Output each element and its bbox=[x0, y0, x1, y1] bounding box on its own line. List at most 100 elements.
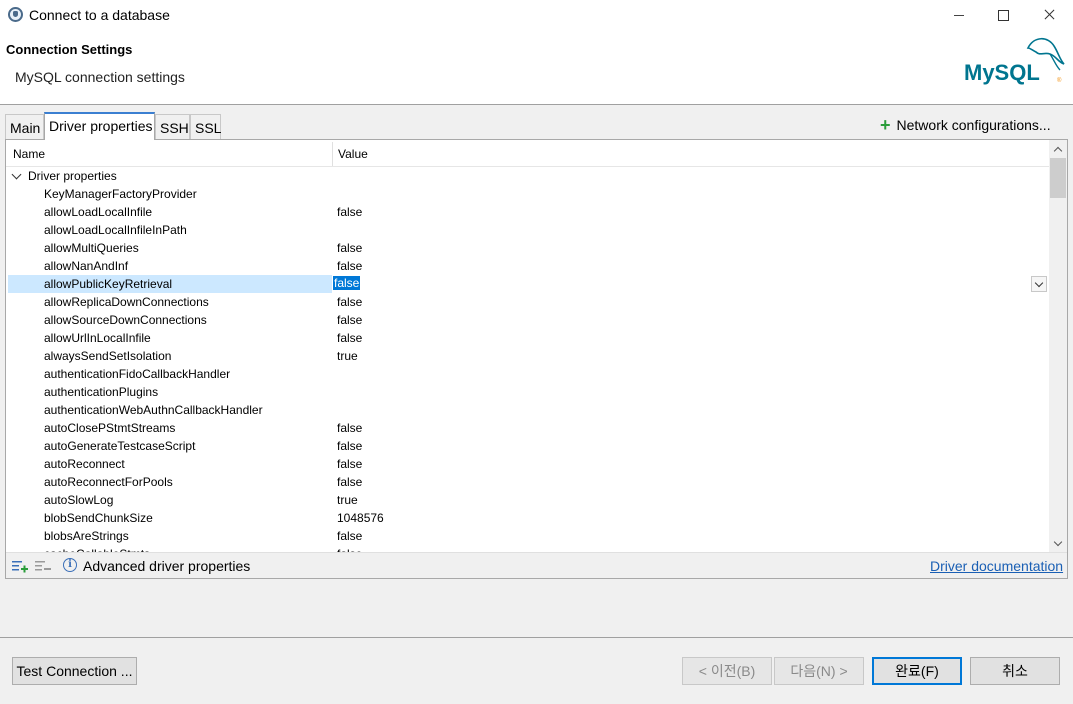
svg-text:®: ® bbox=[1057, 77, 1062, 84]
scroll-up-arrow-icon[interactable] bbox=[1049, 140, 1067, 157]
table-row[interactable]: allowReplicaDownConnections false bbox=[6, 293, 1049, 311]
add-property-icon[interactable] bbox=[11, 558, 29, 574]
table-row[interactable]: allowNanAndInf false bbox=[6, 257, 1049, 275]
panel-footer: i Advanced driver properties Driver docu… bbox=[6, 552, 1067, 578]
property-name: authenticationPlugins bbox=[44, 385, 159, 399]
property-name: allowMultiQueries bbox=[44, 241, 139, 255]
table-row[interactable]: autoClosePStmtStreams false bbox=[6, 419, 1049, 437]
property-name: alwaysSendSetIsolation bbox=[44, 349, 172, 363]
page-subtitle: MySQL connection settings bbox=[15, 69, 185, 85]
maximize-button[interactable] bbox=[980, 0, 1026, 30]
bottom-divider bbox=[0, 637, 1073, 638]
driver-properties-panel: Name Value Driver properties KeyManagerF… bbox=[5, 139, 1068, 579]
test-connection-button[interactable]: Test Connection ... bbox=[12, 657, 137, 685]
table-row[interactable]: allowSourceDownConnections false bbox=[6, 311, 1049, 329]
table-row[interactable]: authenticationFidoCallbackHandler bbox=[6, 365, 1049, 383]
property-value[interactable]: false bbox=[337, 331, 362, 345]
close-button[interactable] bbox=[1026, 0, 1072, 30]
dbeaver-app-icon bbox=[8, 7, 23, 22]
table-row[interactable]: allowMultiQueries false bbox=[6, 239, 1049, 257]
table-row[interactable]: KeyManagerFactoryProvider bbox=[6, 185, 1049, 203]
tab-ssl[interactable]: SSL bbox=[190, 114, 221, 139]
mysql-logo-icon: MySQL ® bbox=[964, 37, 1065, 85]
table-row[interactable]: autoReconnect false bbox=[6, 455, 1049, 473]
previous-button[interactable]: < 이전(B) bbox=[682, 657, 772, 685]
scroll-down-arrow-icon[interactable] bbox=[1049, 535, 1067, 552]
properties-table: Driver properties KeyManagerFactoryProvi… bbox=[6, 167, 1049, 552]
window-title: Connect to a database bbox=[29, 7, 170, 23]
property-name: KeyManagerFactoryProvider bbox=[44, 187, 197, 201]
page-header: Connection Settings MySQL connection set… bbox=[0, 30, 1073, 105]
property-name: allowNanAndInf bbox=[44, 259, 129, 273]
cancel-button[interactable]: 취소 bbox=[970, 657, 1060, 685]
property-value[interactable]: false bbox=[337, 205, 362, 219]
value-dropdown-chevron-icon[interactable] bbox=[1031, 276, 1047, 292]
property-value[interactable]: false bbox=[337, 241, 362, 255]
property-name: blobsAreStrings bbox=[44, 529, 129, 543]
property-value[interactable]: false bbox=[337, 421, 362, 435]
finish-button[interactable]: 완료(F) bbox=[872, 657, 962, 685]
column-separator[interactable] bbox=[332, 142, 333, 166]
network-configurations-label: Network configurations... bbox=[896, 117, 1051, 133]
table-row[interactable]: blobSendChunkSize 1048576 bbox=[6, 509, 1049, 527]
property-name: autoReconnectForPools bbox=[44, 475, 173, 489]
property-value[interactable]: false bbox=[337, 313, 362, 327]
table-row[interactable]: allowUrlInLocalInfile false bbox=[6, 329, 1049, 347]
property-name: allowReplicaDownConnections bbox=[44, 295, 209, 309]
table-row[interactable]: blobsAreStrings false bbox=[6, 527, 1049, 545]
table-row[interactable]: authenticationWebAuthnCallbackHandler bbox=[6, 401, 1049, 419]
table-row[interactable]: allowLoadLocalInfileInPath bbox=[6, 221, 1049, 239]
property-value[interactable]: true bbox=[337, 349, 358, 363]
property-value[interactable]: false bbox=[337, 259, 362, 273]
tab-main[interactable]: Main bbox=[5, 114, 44, 139]
tab-driver-properties[interactable]: Driver properties bbox=[44, 112, 155, 140]
property-name: allowSourceDownConnections bbox=[44, 313, 207, 327]
plus-icon: + bbox=[880, 115, 891, 135]
table-row[interactable]: autoReconnectForPools false bbox=[6, 473, 1049, 491]
table-row[interactable]: allowPublicKeyRetrieval false bbox=[6, 275, 1049, 293]
table-row[interactable]: cacheCallableStmtsfalse bbox=[6, 545, 1049, 552]
property-name: allowUrlInLocalInfile bbox=[44, 331, 151, 345]
remove-property-icon[interactable] bbox=[34, 558, 52, 574]
property-name: autoGenerateTestcaseScript bbox=[44, 439, 196, 453]
table-row[interactable]: alwaysSendSetIsolation true bbox=[6, 347, 1049, 365]
column-header-value[interactable]: Value bbox=[338, 147, 368, 161]
minimize-button[interactable] bbox=[936, 0, 982, 30]
property-value[interactable]: false bbox=[337, 529, 362, 543]
property-value[interactable]: false bbox=[337, 439, 362, 453]
column-header-name[interactable]: Name bbox=[13, 147, 45, 161]
property-value[interactable]: false bbox=[337, 475, 362, 489]
title-bar: Connect to a database bbox=[0, 0, 1073, 30]
property-name: allowLoadLocalInfile bbox=[44, 205, 153, 219]
group-row-driver-properties[interactable]: Driver properties bbox=[6, 167, 1049, 185]
property-name: blobSendChunkSize bbox=[44, 511, 153, 525]
property-name: autoSlowLog bbox=[44, 493, 114, 507]
scroll-thumb[interactable] bbox=[1050, 158, 1066, 198]
table-row[interactable]: autoGenerateTestcaseScript false bbox=[6, 437, 1049, 455]
vertical-scrollbar[interactable] bbox=[1049, 140, 1067, 552]
advanced-driver-properties-label: Advanced driver properties bbox=[83, 558, 251, 574]
property-value[interactable]: 1048576 bbox=[337, 511, 384, 525]
group-label: Driver properties bbox=[28, 169, 117, 183]
page-title: Connection Settings bbox=[6, 42, 133, 57]
table-row[interactable]: authenticationPlugins bbox=[6, 383, 1049, 401]
table-header: Name Value bbox=[6, 140, 1049, 167]
property-value[interactable]: false bbox=[337, 295, 362, 309]
property-name: authenticationFidoCallbackHandler bbox=[44, 367, 231, 381]
property-value[interactable]: true bbox=[337, 493, 358, 507]
table-row[interactable]: autoSlowLog true bbox=[6, 491, 1049, 509]
tab-ssh[interactable]: SSH bbox=[155, 114, 190, 139]
network-configurations-button[interactable]: + Network configurations... bbox=[880, 115, 1051, 135]
next-button[interactable]: 다음(N) > bbox=[774, 657, 864, 685]
property-value-editor[interactable]: false bbox=[333, 276, 361, 290]
property-name: autoClosePStmtStreams bbox=[44, 421, 176, 435]
property-name: allowLoadLocalInfileInPath bbox=[44, 223, 187, 237]
info-icon: i bbox=[63, 558, 77, 572]
chevron-down-icon[interactable] bbox=[11, 169, 22, 180]
tab-bar: Main Driver properties SSH SSL + Network… bbox=[0, 112, 1073, 140]
property-value[interactable]: false bbox=[337, 457, 362, 471]
property-name: authenticationWebAuthnCallbackHandler bbox=[44, 403, 263, 417]
table-row[interactable]: allowLoadLocalInfile false bbox=[6, 203, 1049, 221]
mysql-logo-text: MySQL bbox=[964, 60, 1040, 85]
driver-documentation-link[interactable]: Driver documentation bbox=[930, 558, 1063, 574]
